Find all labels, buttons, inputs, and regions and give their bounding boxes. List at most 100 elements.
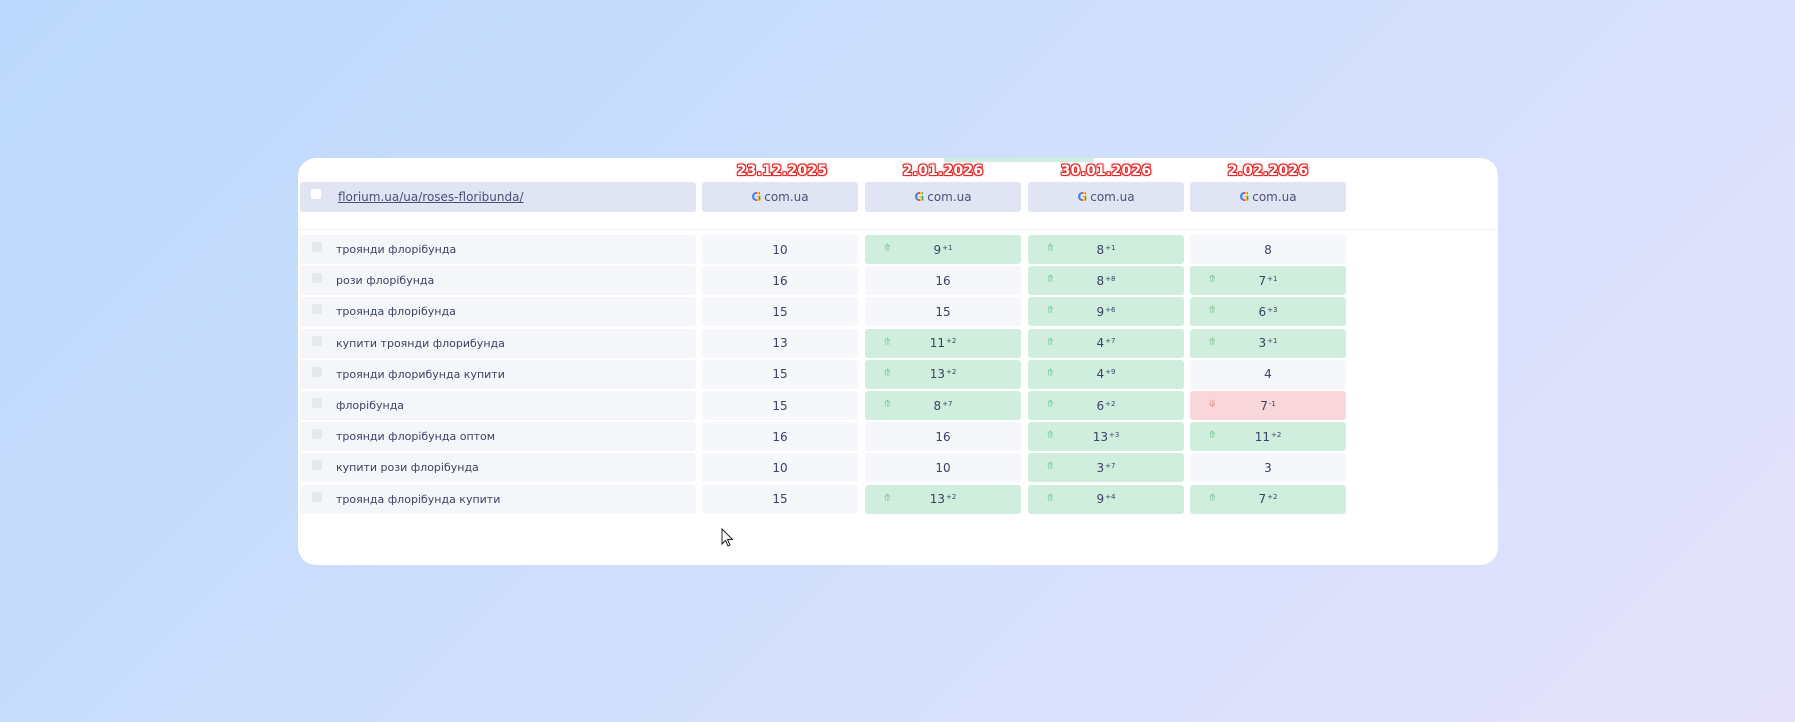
position-delta: +7 (1105, 337, 1116, 346)
header-divider (298, 229, 1498, 230)
date-label-4: 2.02.2026 (1227, 163, 1309, 179)
position-cell: 16 (702, 266, 858, 296)
keyword-text: троянда флорібунда купити (336, 492, 501, 506)
position-delta: +3 (1108, 430, 1120, 439)
screen-frame: 23.12.2025 2.01.2026 30.01.2026 2.02.202… (0, 0, 1795, 722)
mouse-cursor-icon (721, 528, 734, 547)
position-cell: ⤊ 4 +7 (1028, 328, 1184, 358)
position-delta: +8 (1105, 274, 1116, 283)
position-cell: 13 (702, 328, 858, 358)
row-checkbox[interactable] (312, 491, 322, 502)
position-cell: 16 (865, 422, 1021, 452)
table-row: рози флорібунда 16 16 ⤊ 8 +8 ⤊ 7 +1 (298, 266, 1498, 297)
position-cell: ⤊ 8 +1 (1028, 235, 1184, 264)
trend-down-icon: ⤋ (1208, 399, 1217, 410)
row-checkbox[interactable] (312, 366, 322, 377)
trend-up-icon: ⤊ (1046, 367, 1055, 379)
keyword-cell: рози флорібунда (300, 266, 696, 296)
position-value: 7 (1258, 273, 1267, 288)
trend-up-icon: ⤊ (1208, 430, 1217, 442)
keyword-text: троянди флорибунда купити (336, 367, 505, 381)
position-value: 7 (1258, 492, 1267, 507)
keyword-cell: троянда флорібунда купити (300, 484, 696, 514)
position-cell: ⤋ 7 -1 (1190, 391, 1346, 420)
date-label-3: 30.01.2026 (1060, 163, 1152, 179)
position-value: 3 (1264, 460, 1272, 475)
trend-up-icon: ⤊ (1046, 336, 1055, 348)
row-checkbox[interactable] (312, 273, 322, 284)
position-cell: 15 (702, 484, 858, 514)
position-delta: +2 (945, 368, 957, 377)
trend-up-icon: ⤊ (883, 336, 892, 348)
position-cell: 15 (702, 359, 858, 389)
position-delta: +2 (945, 337, 957, 346)
table-row: троянди флорібунда оптом 16 16 ⤊ 13 +3 ⤊ 11 +2 (298, 422, 1498, 453)
keyword-cell: купити рози флорібунда (300, 453, 696, 483)
position-value: 15 (772, 304, 788, 319)
position-cell: 8 (1190, 235, 1346, 264)
google-icon: G (914, 190, 925, 204)
position-cell: ⤊ 3 +1 (1190, 328, 1346, 358)
position-value: 15 (772, 492, 788, 507)
url-header: florium.ua/ua/roses-floribunda/ (300, 182, 696, 212)
position-cell: ⤊ 6 +2 (1028, 391, 1184, 420)
position-value: 3 (1258, 336, 1267, 351)
position-cell: 16 (702, 422, 858, 452)
row-checkbox[interactable] (312, 304, 322, 315)
keyword-text: троянди флорібунда оптом (336, 430, 496, 444)
position-value: 13 (1092, 429, 1108, 444)
position-delta: +3 (1267, 305, 1278, 314)
row-checkbox[interactable] (312, 398, 322, 408)
row-checkbox[interactable] (312, 242, 322, 252)
position-cell: ⤊ 7 +2 (1190, 484, 1346, 514)
position-cell: 16 (865, 266, 1021, 296)
position-delta: -1 (1268, 399, 1276, 408)
position-cell: 10 (702, 453, 858, 483)
position-value: 16 (935, 429, 951, 444)
keyword-cell: троянди флорібунда (300, 235, 696, 264)
position-delta: +7 (1105, 461, 1116, 470)
row-checkbox[interactable] (312, 429, 322, 440)
table-row: купити рози флорібунда 10 10 ⤊ 3 +7 3 (298, 453, 1498, 484)
date-label-2: 2.01.2026 (902, 163, 984, 179)
trend-up-icon: ⤊ (1208, 274, 1217, 286)
position-cell: ⤊ 8 +7 (865, 391, 1021, 420)
trend-up-icon: ⤊ (1046, 274, 1055, 286)
table-row: троянди флорибунда купити 15 ⤊ 13 +2 ⤊ 4 +9 4 (298, 359, 1498, 391)
position-cell: ⤊ 11 +2 (1190, 422, 1346, 452)
position-value: 16 (935, 273, 951, 288)
position-value: 10 (772, 460, 788, 475)
position-delta: +9 (1105, 368, 1116, 377)
position-cell: 15 (702, 297, 858, 327)
position-value: 3 (1096, 460, 1105, 475)
keyword-cell: купити троянди флорибунда (300, 328, 696, 358)
keyword-cell: троянди флорибунда купити (300, 359, 696, 389)
position-cell: ⤊ 9 +6 (1028, 297, 1184, 327)
keyword-text: купити рози флорібунда (336, 461, 479, 475)
position-value: 16 (772, 273, 788, 288)
position-delta: +2 (1270, 430, 1282, 439)
position-cell: ⤊ 6 +3 (1190, 297, 1346, 327)
trend-up-icon: ⤊ (883, 399, 892, 410)
row-checkbox[interactable] (312, 335, 322, 346)
position-delta: +2 (1105, 399, 1116, 408)
position-delta: +1 (1105, 243, 1116, 252)
table-row: троянди флорібунда 10 ⤊ 9 +1 ⤊ 8 +1 8 (298, 235, 1498, 266)
trend-up-icon: ⤊ (883, 367, 892, 379)
select-all-checkbox[interactable] (311, 189, 321, 199)
position-value: 15 (772, 398, 788, 413)
row-checkbox[interactable] (312, 460, 322, 471)
position-cell: ⤊ 11 +2 (865, 328, 1021, 358)
table-row: троянда флорібунда 15 15 ⤊ 9 +6 ⤊ 6 +3 (298, 297, 1498, 328)
position-value: 9 (1096, 492, 1105, 507)
engine-header-1: G com.ua (702, 182, 858, 212)
position-value: 4 (1096, 367, 1105, 382)
position-value: 11 (929, 336, 945, 351)
trend-up-icon: ⤊ (1046, 430, 1055, 442)
engine-header-3: G com.ua (1028, 182, 1184, 212)
page-url-link[interactable]: florium.ua/ua/roses-floribunda/ (338, 190, 524, 204)
position-cell: 4 (1190, 359, 1346, 389)
keyword-text: купити троянди флорибунда (336, 336, 505, 350)
position-value: 10 (935, 460, 951, 475)
position-value: 16 (772, 429, 788, 444)
